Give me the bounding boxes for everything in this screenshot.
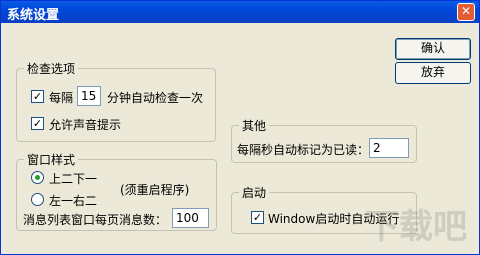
settings-dialog: 系统设置 ✕ 确认 放弃 检查选项 ✓ 每隔 15 分钟自动检查一次 ✓ 允许声… [0, 0, 480, 255]
watermark-logo: 下载吧 [365, 207, 467, 247]
auto-run-checkbox[interactable]: ✓ [251, 211, 264, 224]
other-legend: 其他 [239, 117, 270, 134]
title-bar[interactable]: 系统设置 ✕ [1, 1, 479, 23]
interval-checkbox[interactable]: ✓ [31, 90, 44, 103]
restart-note: (须重启程序) [120, 183, 190, 197]
window-style-legend: 窗口样式 [24, 151, 79, 168]
layout-radio-top2-bottom1[interactable] [31, 171, 44, 184]
close-button[interactable]: ✕ [457, 3, 475, 21]
mark-read-label: 每隔秒自动标记为已读： [237, 143, 370, 157]
check-options-group: 检查选项 ✓ 每隔 15 分钟自动检查一次 ✓ 允许声音提示 [16, 60, 216, 142]
layout-option2-label: 左一右二 [49, 194, 98, 208]
startup-legend: 启动 [239, 184, 270, 201]
check-options-legend: 检查选项 [24, 60, 79, 77]
per-page-label: 消息列表窗口每页消息数： [23, 213, 168, 227]
interval-suffix-label: 分钟自动检查一次 [107, 91, 204, 105]
layout-radio-left1-right2[interactable] [31, 193, 44, 206]
interval-minutes-input[interactable]: 15 [77, 86, 101, 106]
sound-label: 允许声音提示 [49, 118, 122, 132]
cancel-button[interactable]: 放弃 [395, 62, 471, 84]
ok-button[interactable]: 确认 [395, 38, 471, 60]
per-page-input[interactable]: 100 [172, 208, 209, 228]
sound-checkbox[interactable]: ✓ [31, 117, 44, 130]
interval-prefix-label: 每隔 [49, 91, 74, 105]
window-title: 系统设置 [7, 8, 60, 23]
layout-option1-label: 上二下一 [49, 172, 98, 186]
other-group: 其他 每隔秒自动标记为已读： 2 [231, 117, 417, 163]
mark-read-input[interactable]: 2 [369, 138, 409, 158]
